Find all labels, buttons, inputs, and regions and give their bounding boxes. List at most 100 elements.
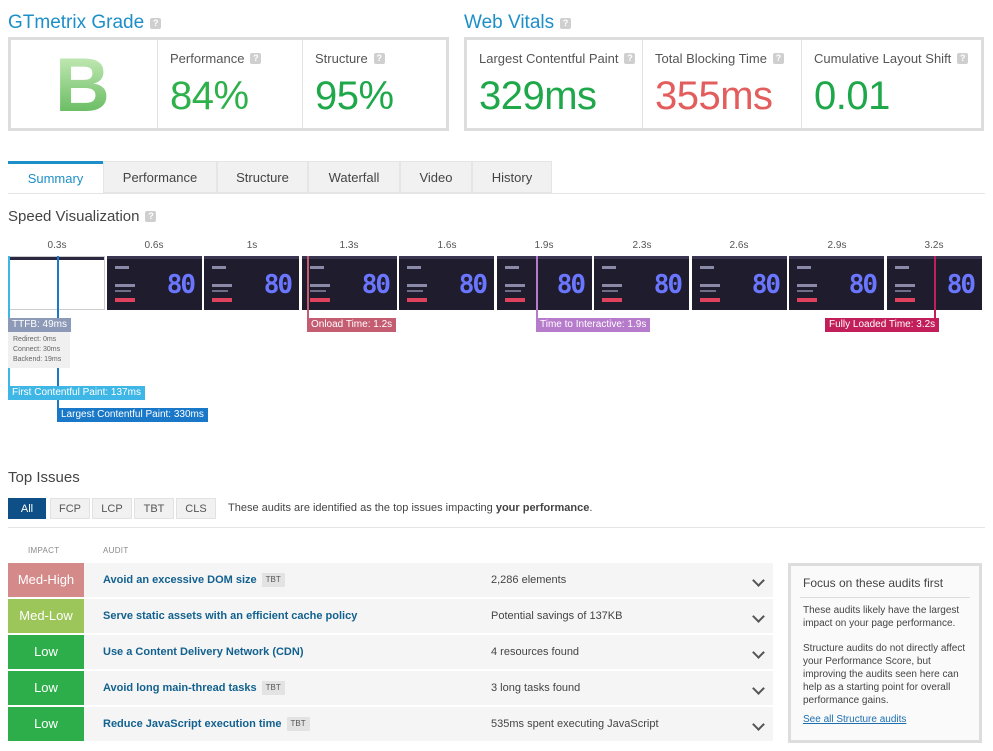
issues-intro: These audits are identified as the top i… <box>228 502 593 514</box>
filmstrip-frame[interactable]: 80 <box>692 256 787 310</box>
help-icon[interactable]: ? <box>150 18 162 29</box>
tick-label: 0.3s <box>47 240 67 251</box>
audit-detail: 2,286 elements <box>491 574 567 586</box>
audit-detail: 4 resources found <box>491 646 580 658</box>
tick-label: 1.6s <box>437 240 457 251</box>
audit-link[interactable]: Use a Content Delivery Network (CDN) <box>103 635 304 669</box>
focus-title: Focus on these audits first <box>803 576 944 590</box>
frame-value: 80 <box>848 270 878 300</box>
impact-badge: Med-High <box>8 563 84 597</box>
speed-title: Speed Visualization <box>8 208 140 225</box>
fully-loaded-label: Fully Loaded Time: 3.2s <box>825 318 940 332</box>
grade-heading: GTmetrix Grade? <box>8 12 162 34</box>
tbt-cell: Total Blocking Time? 355ms <box>643 40 802 128</box>
vitals-title: Web Vitals <box>464 12 555 33</box>
audit-row[interactable]: Med-Low Serve static assets with an effi… <box>8 599 773 633</box>
tab-video[interactable]: Video <box>400 161 472 193</box>
structure-value: 95% <box>315 74 394 118</box>
focus-panel: Focus on these audits first These audits… <box>788 563 982 743</box>
tab-summary[interactable]: Summary <box>8 161 103 193</box>
filmstrip-frame[interactable]: 80 <box>399 256 494 310</box>
chevron-down-icon[interactable] <box>752 718 765 731</box>
tick-label: 3.2s <box>924 240 944 251</box>
tick-label: 2.9s <box>827 240 847 251</box>
filmstrip-frame[interactable]: 80 <box>107 256 202 310</box>
lcp-cell: Largest Contentful Paint? 329ms <box>467 40 643 128</box>
filmstrip-frame[interactable]: 80 <box>497 256 592 310</box>
lcp-value: 329ms <box>479 74 597 118</box>
frame-value: 80 <box>166 270 196 300</box>
audit-link[interactable]: Avoid long main-thread tasks TBT <box>103 671 285 705</box>
tick-label: 2.3s <box>632 240 652 251</box>
chevron-down-icon[interactable] <box>752 610 765 623</box>
tab-performance[interactable]: Performance <box>103 161 217 193</box>
grade-title: GTmetrix Grade <box>8 12 145 33</box>
impact-badge: Low <box>8 707 84 741</box>
focus-text-2: Structure audits do not directly affect … <box>803 643 966 706</box>
help-icon[interactable]: ? <box>373 53 385 64</box>
tbt-tag: TBT <box>286 717 310 731</box>
issues-title: Top Issues <box>8 469 80 486</box>
help-icon[interactable]: ? <box>624 53 636 64</box>
audit-row[interactable]: Med-High Avoid an excessive DOM size TBT … <box>8 563 773 597</box>
help-icon[interactable]: ? <box>773 53 784 64</box>
tbt-tag: TBT <box>261 573 285 587</box>
tick-label: 0.6s <box>144 240 164 251</box>
performance-label: Performance? <box>170 51 262 66</box>
filmstrip-frame[interactable]: 80 <box>204 256 299 310</box>
tab-structure[interactable]: Structure <box>217 161 308 193</box>
backend-time: Backend: 19ms <box>13 356 62 363</box>
cls-cell: Cumulative Layout Shift? 0.01 <box>802 40 981 128</box>
audit-row[interactable]: Low Use a Content Delivery Network (CDN)… <box>8 635 773 669</box>
chevron-down-icon[interactable] <box>752 682 765 695</box>
ttfb-breakdown: Redirect: 0ms Connect: 30ms Backend: 19m… <box>8 332 70 368</box>
impact-badge: Med-Low <box>8 599 84 633</box>
filter-cls[interactable]: CLS <box>176 498 216 519</box>
frame-value: 80 <box>751 270 781 300</box>
audit-link[interactable]: Serve static assets with an efficient ca… <box>103 599 357 633</box>
vitals-panel: Largest Contentful Paint? 329ms Total Bl… <box>464 37 984 131</box>
tti-marker-line <box>536 256 538 318</box>
tab-waterfall[interactable]: Waterfall <box>308 161 400 193</box>
help-icon[interactable]: ? <box>957 53 969 64</box>
tti-label: Time to Interactive: 1.9s <box>536 318 651 332</box>
performance-value: 84% <box>170 74 249 118</box>
frame-value: 80 <box>361 270 391 300</box>
frame-value: 80 <box>556 270 586 300</box>
col-impact: IMPACT <box>28 546 60 555</box>
tick-label: 1s <box>246 240 258 251</box>
lcp-label: Largest Contentful Paint: 330ms <box>57 408 208 422</box>
see-structure-audits-link[interactable]: See all Structure audits <box>803 714 906 725</box>
filter-fcp[interactable]: FCP <box>50 498 90 519</box>
cls-label: Cumulative Layout Shift? <box>814 51 969 66</box>
help-icon[interactable]: ? <box>250 53 262 64</box>
audit-link[interactable]: Avoid an excessive DOM size TBT <box>103 563 285 597</box>
audit-row[interactable]: Low Avoid long main-thread tasks TBT 3 lo… <box>8 671 773 705</box>
chevron-down-icon[interactable] <box>752 574 765 587</box>
filter-all[interactable]: All <box>8 498 46 519</box>
filter-tbt[interactable]: TBT <box>134 498 174 519</box>
tbt-value: 355ms <box>655 74 773 118</box>
audit-row[interactable]: Low Reduce JavaScript execution time TBT … <box>8 707 773 741</box>
filmstrip-frame[interactable]: 80 <box>789 256 884 310</box>
filmstrip-frame[interactable]: 80 <box>594 256 689 310</box>
grade-letter-cell: B <box>11 40 158 128</box>
help-icon[interactable]: ? <box>145 211 157 222</box>
help-icon[interactable]: ? <box>560 18 572 29</box>
filter-lcp[interactable]: LCP <box>92 498 132 519</box>
issues-divider <box>8 527 985 528</box>
grade-letter: B <box>55 43 110 128</box>
focus-divider <box>800 597 970 598</box>
tab-divider <box>8 193 985 194</box>
cls-value: 0.01 <box>814 74 890 118</box>
tick-label: 2.6s <box>729 240 749 251</box>
impact-badge: Low <box>8 671 84 705</box>
filmstrip-frame[interactable]: 80 <box>302 256 397 310</box>
onload-marker-line <box>307 256 309 318</box>
col-audit: AUDIT <box>103 546 129 555</box>
ttfb-label: TTFB: 49ms <box>8 318 72 332</box>
chevron-down-icon[interactable] <box>752 646 765 659</box>
impact-badge: Low <box>8 635 84 669</box>
tab-history[interactable]: History <box>472 161 552 193</box>
audit-link[interactable]: Reduce JavaScript execution time TBT <box>103 707 310 741</box>
